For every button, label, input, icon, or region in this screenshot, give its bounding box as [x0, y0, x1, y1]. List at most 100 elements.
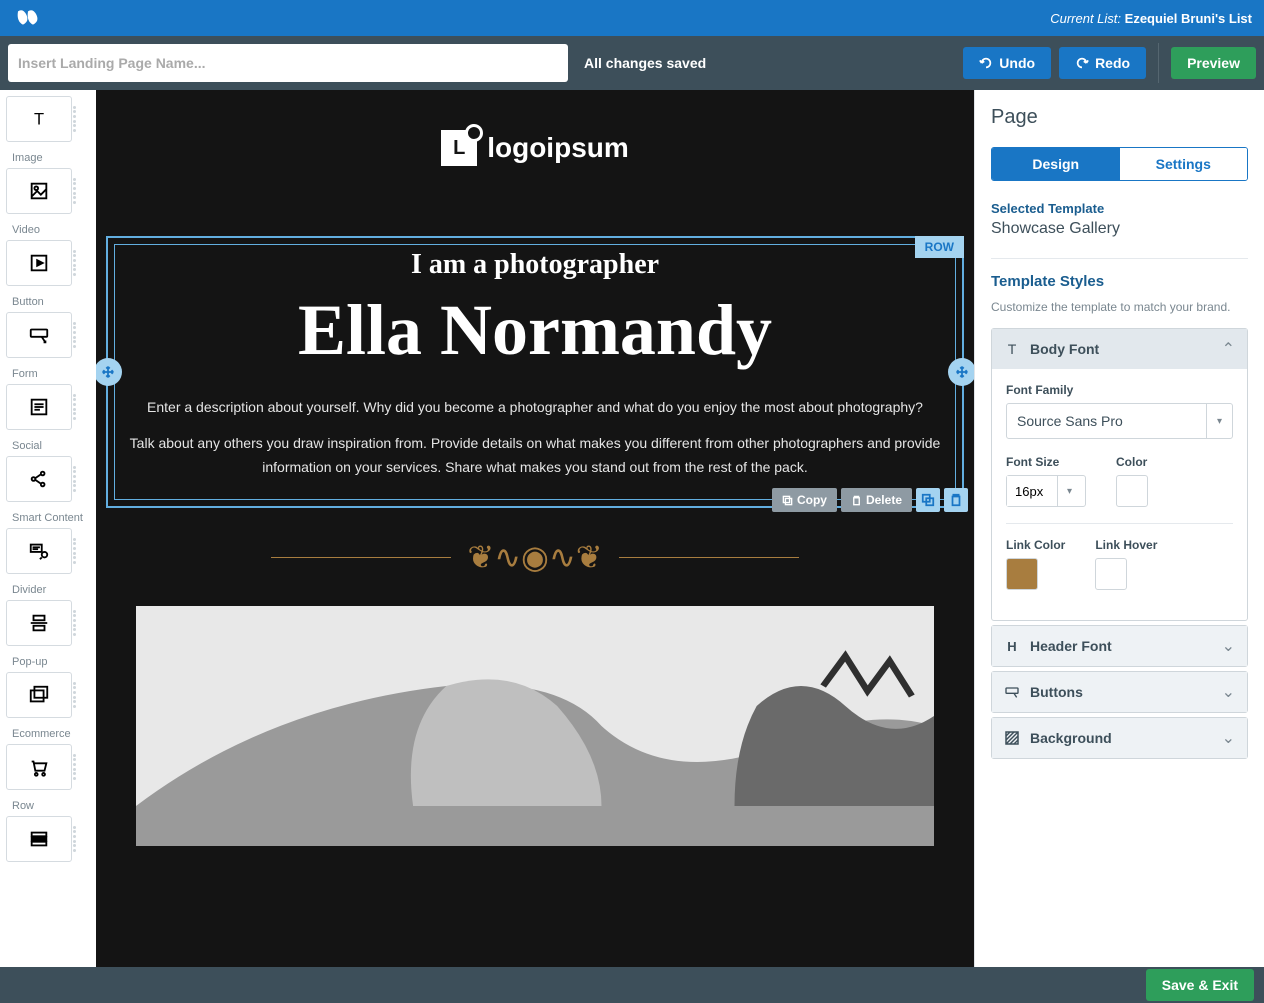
chevron-down-icon: ⌄ — [1222, 728, 1235, 748]
bottom-bar: Save & Exit — [0, 967, 1264, 1003]
svg-text:T: T — [34, 111, 44, 129]
sidebar-item-divider[interactable] — [6, 600, 72, 646]
sidebar-item-social[interactable] — [6, 456, 72, 502]
template-value: Showcase Gallery — [991, 220, 1248, 238]
sidebar-item-smart-content[interactable] — [6, 528, 72, 574]
color-swatch[interactable] — [1116, 475, 1148, 507]
trash-icon-button[interactable] — [944, 488, 968, 512]
save-exit-button[interactable]: Save & Exit — [1146, 969, 1254, 1001]
brand-logo[interactable] — [12, 6, 44, 30]
sidebar-label-video: Video — [6, 224, 90, 236]
row-badge: ROW — [915, 236, 964, 258]
link-hover-label: Link Hover — [1095, 538, 1157, 552]
drag-handle-icon — [73, 177, 83, 205]
redo-button[interactable]: Redo — [1059, 47, 1146, 79]
font-family-label: Font Family — [1006, 383, 1233, 397]
accordion-header-buttons[interactable]: Buttons ⌄ — [992, 672, 1247, 712]
sidebar-label-ecommerce: Ecommerce — [6, 728, 90, 740]
current-list-label: Current List: Ezequiel Bruni's List — [1050, 11, 1252, 26]
drag-handle-icon — [73, 609, 83, 637]
template-styles-heading: Template Styles — [991, 273, 1248, 290]
link-hover-swatch[interactable] — [1095, 558, 1127, 590]
drag-handle-icon — [73, 105, 83, 133]
svg-text:H: H — [1007, 639, 1016, 654]
drag-handle-icon — [73, 465, 83, 493]
header-icon: H — [1004, 638, 1020, 654]
sidebar-item-form[interactable] — [6, 384, 72, 430]
chevron-up-icon: ⌃ — [1222, 339, 1235, 359]
chevron-down-icon: ⌄ — [1222, 636, 1235, 656]
component-sidebar: T Image Video Button Form Social Smart C… — [0, 90, 96, 967]
save-status: All changes saved — [584, 55, 706, 71]
button-icon — [1004, 684, 1020, 700]
sidebar-label-smart-content: Smart Content — [6, 512, 90, 524]
template-label: Selected Template — [991, 201, 1248, 216]
font-family-select[interactable]: Source Sans Pro ▾ — [1006, 403, 1233, 439]
copy-row-button[interactable]: Copy — [772, 488, 837, 512]
drag-handle-icon — [73, 393, 83, 421]
sidebar-label-row: Row — [6, 800, 90, 812]
template-styles-sub: Customize the template to match your bra… — [991, 300, 1248, 314]
chevron-down-icon: ▾ — [1206, 404, 1232, 438]
svg-text:T: T — [1008, 341, 1017, 357]
chevron-down-icon: ▾ — [1057, 476, 1081, 506]
move-handle-right[interactable] — [948, 358, 974, 386]
sidebar-label-popup: Pop-up — [6, 656, 90, 668]
drag-handle-icon — [73, 681, 83, 709]
font-size-label: Font Size — [1006, 455, 1086, 469]
sidebar-item-popup[interactable] — [6, 672, 72, 718]
color-label: Color — [1116, 455, 1148, 469]
drag-handle-icon — [73, 321, 83, 349]
sidebar-item-image[interactable] — [6, 168, 72, 214]
sidebar-label-social: Social — [6, 440, 90, 452]
accordion-header-header-font[interactable]: H Header Font ⌄ — [992, 626, 1247, 666]
selected-row[interactable]: ROW I am a photographer Ella Normandy En… — [106, 236, 964, 508]
panel-divider — [1006, 523, 1233, 524]
panel-divider — [991, 258, 1248, 259]
page-name-input[interactable] — [8, 44, 568, 82]
hero-desc-1[interactable]: Enter a description about yourself. Why … — [129, 396, 941, 420]
link-color-label: Link Color — [1006, 538, 1065, 552]
preview-button[interactable]: Preview — [1171, 47, 1256, 79]
canvas-logo: L logoipsum — [96, 130, 974, 166]
duplicate-icon-button[interactable] — [916, 488, 940, 512]
drag-handle-icon — [73, 825, 83, 853]
font-size-input[interactable]: ▾ — [1006, 475, 1086, 507]
sidebar-item-ecommerce[interactable] — [6, 744, 72, 790]
accordion-body-font: T Body Font ⌃ Font Family Source Sans Pr… — [991, 328, 1248, 621]
tab-settings[interactable]: Settings — [1120, 148, 1248, 180]
hero-desc-2[interactable]: Talk about any others you draw inspirati… — [129, 432, 941, 480]
ornamental-divider: ❦∿◉∿❦ — [96, 538, 974, 576]
main-toolbar: All changes saved Undo Redo Preview — [0, 36, 1264, 90]
logoipsum-text: logoipsum — [487, 132, 629, 164]
sidebar-item-row[interactable] — [6, 816, 72, 862]
canvas-area[interactable]: L logoipsum ROW I am a photographer Ella… — [96, 90, 974, 967]
accordion-background: Background ⌄ — [991, 717, 1248, 759]
chevron-down-icon: ⌄ — [1222, 682, 1235, 702]
panel-title: Page — [991, 106, 1248, 129]
hero-title[interactable]: Ella Normandy — [129, 289, 941, 372]
accordion-header-background[interactable]: Background ⌄ — [992, 718, 1247, 758]
sidebar-item-text[interactable]: T — [6, 96, 72, 142]
swirl-icon: ❦∿◉∿❦ — [467, 538, 602, 576]
hero-subhead[interactable]: I am a photographer — [129, 249, 941, 281]
top-brand-bar: Current List: Ezequiel Bruni's List — [0, 0, 1264, 36]
text-icon: T — [1004, 341, 1020, 357]
sidebar-item-video[interactable] — [6, 240, 72, 286]
gallery-image-placeholder[interactable] — [136, 606, 934, 846]
properties-panel: Page Design Settings Selected Template S… — [974, 90, 1264, 967]
panel-tabs: Design Settings — [991, 147, 1248, 181]
drag-handle-icon — [73, 753, 83, 781]
tab-design[interactable]: Design — [992, 148, 1120, 180]
drag-handle-icon — [73, 537, 83, 565]
link-color-swatch[interactable] — [1006, 558, 1038, 590]
delete-row-button[interactable]: Delete — [841, 488, 912, 512]
drag-handle-icon — [73, 249, 83, 277]
sidebar-item-button[interactable] — [6, 312, 72, 358]
accordion-header-font: H Header Font ⌄ — [991, 625, 1248, 667]
sidebar-label-divider: Divider — [6, 584, 90, 596]
undo-button[interactable]: Undo — [963, 47, 1051, 79]
accordion-buttons: Buttons ⌄ — [991, 671, 1248, 713]
sidebar-label-button: Button — [6, 296, 90, 308]
accordion-header-body-font[interactable]: T Body Font ⌃ — [992, 329, 1247, 369]
